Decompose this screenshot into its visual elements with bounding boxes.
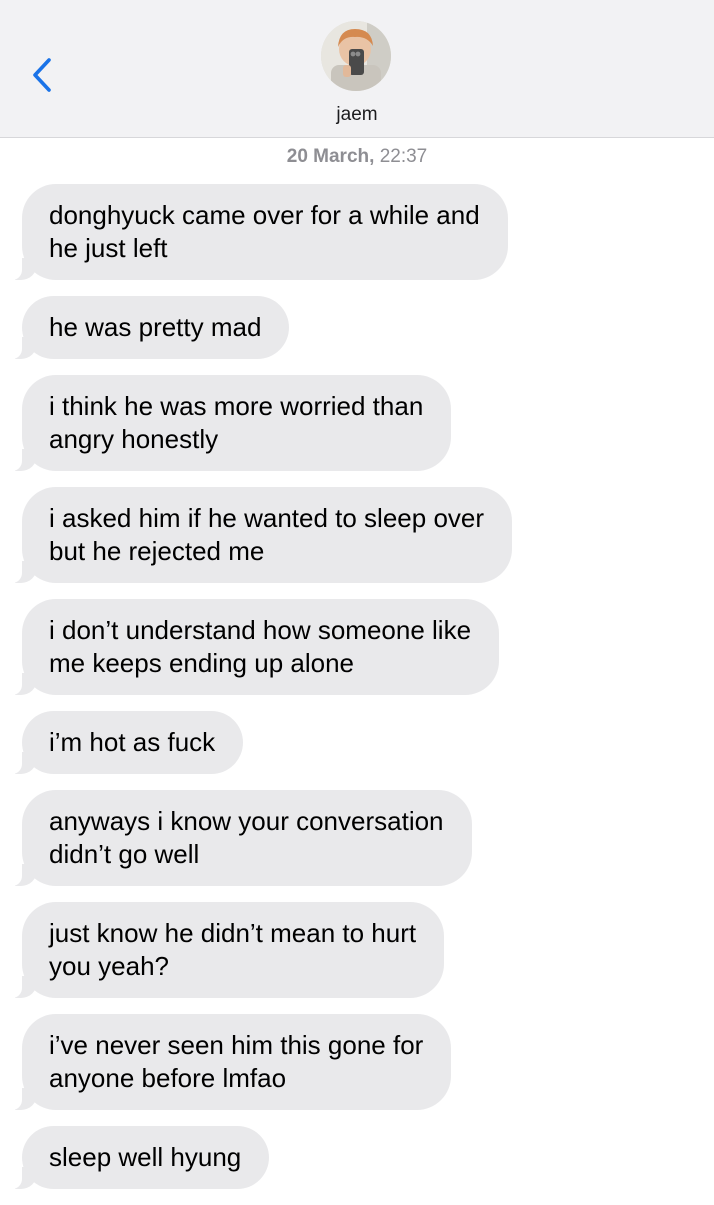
incoming-message-bubble[interactable]: i think he was more worried than angry h… [11,375,452,471]
message-row: i’m hot as fuck [11,711,682,774]
message-row: donghyuck came over for a while and he j… [12,184,682,280]
incoming-message-bubble[interactable]: donghyuck came over for a while and he j… [12,184,508,280]
contact-name[interactable]: jaem [0,104,714,126]
timestamp-time: 22:37 [379,146,428,167]
contact-photo [321,21,391,91]
message-thread: donghyuck came over for a while and he j… [11,184,682,1205]
incoming-message-bubble[interactable]: anyways i know your conversation didn’t … [12,790,472,886]
message-timestamp: 20 March, 22:37 [0,146,714,168]
incoming-message-bubble[interactable]: sleep well hyung [11,1126,270,1189]
timestamp-date: 20 March, [286,146,375,167]
chevron-left-icon [33,58,51,92]
message-row: sleep well hyung [11,1126,682,1189]
message-row: i’ve never seen him this gone for anyone… [11,1014,682,1110]
message-row: just know he didn’t mean to hurt you yea… [11,902,682,998]
back-button[interactable] [22,50,62,100]
conversation-header: jaem [0,0,714,138]
message-row: he was pretty mad [11,296,682,359]
message-row: i think he was more worried than angry h… [11,375,682,471]
incoming-message-bubble[interactable]: i’m hot as fuck [11,711,244,774]
incoming-message-bubble[interactable]: i asked him if he wanted to sleep over b… [11,487,513,583]
message-row: anyways i know your conversation didn’t … [12,790,682,886]
message-row: i asked him if he wanted to sleep over b… [11,487,682,583]
incoming-message-bubble[interactable]: i don’t understand how someone like me k… [11,599,500,695]
avatar[interactable] [321,21,391,91]
message-row: i don’t understand how someone like me k… [11,599,682,695]
incoming-message-bubble[interactable]: just know he didn’t mean to hurt you yea… [11,902,445,998]
incoming-message-bubble[interactable]: he was pretty mad [11,296,290,359]
incoming-message-bubble[interactable]: i’ve never seen him this gone for anyone… [11,1014,452,1110]
